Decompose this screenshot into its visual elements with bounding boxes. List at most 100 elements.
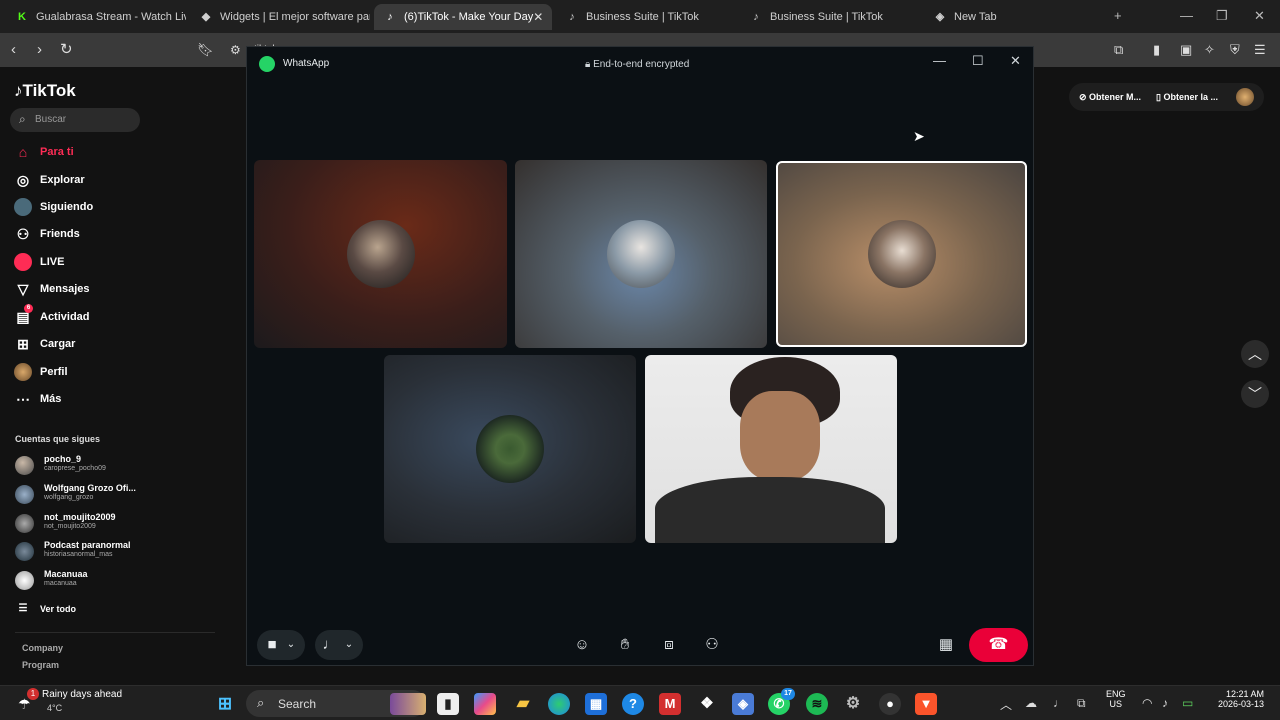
close-window-icon[interactable]: ✕ (1254, 8, 1265, 24)
see-all-link[interactable]: ☰ Ver todo (14, 599, 77, 619)
participant-avatar (867, 220, 936, 288)
compass-icon: ◎ (16, 172, 30, 188)
camera-options-chevron-icon[interactable]: ⌄ (283, 631, 299, 659)
tiktok-icon: ♪ (569, 11, 575, 23)
sidebar-icon[interactable]: ▮ (1153, 41, 1160, 59)
participant-tile-active-speaker[interactable] (776, 161, 1027, 347)
show-hidden-icons-chevron-icon[interactable]: ︿ (1000, 696, 1012, 713)
spotify-icon[interactable]: ≋ (806, 693, 828, 715)
participant-tile[interactable] (254, 160, 507, 348)
copilot-icon[interactable] (474, 693, 496, 715)
leo-ai-icon[interactable]: ✧ (1204, 41, 1215, 59)
nav-perfil[interactable]: Perfil (14, 362, 68, 382)
settings-gear-icon[interactable]: ⚙ (842, 693, 864, 715)
bookmark-icon[interactable]: 🔖︎ (197, 41, 214, 59)
see-all-label: Ver todo (40, 604, 77, 614)
get-coins-button[interactable]: ⊘ Obtener M... (1079, 92, 1141, 103)
account-name: Wolfgang Grozo Ofi... (44, 483, 136, 493)
whatsapp-logo-icon (259, 56, 275, 72)
battery-icon[interactable]: ▭ (1182, 696, 1193, 710)
close-icon[interactable]: ✕ (1010, 53, 1021, 69)
menu-icon[interactable]: ☰ (1254, 41, 1266, 59)
help-icon[interactable]: ? (622, 693, 644, 715)
scroll-down-button[interactable]: ﹀ (1241, 380, 1269, 408)
search-input[interactable]: ⌕ Buscar (10, 108, 140, 132)
tab-widgets[interactable]: ◆ Widgets | El mejor software para (190, 4, 370, 30)
edge-browser-icon[interactable] (548, 693, 570, 715)
self-video-tile[interactable] (645, 355, 897, 543)
footer-link-program[interactable]: Program (22, 660, 59, 670)
tab-gualabrasa[interactable]: K Gualabrasa Stream - Watch Live (6, 4, 186, 30)
nav-actividad[interactable]: ▤ 6 Actividad (14, 304, 90, 327)
mcafee-icon[interactable]: M (659, 693, 681, 715)
emoji-reaction-icon[interactable]: ☺ (571, 631, 593, 659)
nav-mas[interactable]: ⋯ Más (14, 389, 61, 409)
windows-start-icon[interactable]: ⊞ (214, 693, 236, 715)
new-tab-icon[interactable]: + (1114, 8, 1122, 23)
maximize-icon[interactable]: ☐ (972, 53, 984, 69)
site-info-icon[interactable]: ⚙ (230, 41, 241, 59)
close-tab-icon[interactable]: ✕ (533, 10, 543, 24)
nav-friends[interactable]: ⚇ Friends (14, 224, 80, 244)
tab-tiktok-active[interactable]: ♪ (6)TikTok - Make Your Day ✕ (374, 4, 552, 30)
wifi-icon[interactable]: ◠ (1142, 696, 1152, 710)
back-icon[interactable]: ‹ (11, 41, 16, 59)
task-view-icon[interactable]: ▮ (437, 693, 459, 715)
nav-label: Mensajes (40, 283, 90, 295)
tab-label: (6)TikTok - Make Your Day (404, 11, 534, 23)
tab-business-suite-1[interactable]: ♪ Business Suite | TikTok (556, 4, 736, 30)
language-indicator[interactable]: ENG US (1106, 689, 1126, 709)
raise-hand-icon[interactable]: ✋︎ (614, 631, 636, 659)
participant-tile[interactable] (515, 160, 767, 348)
tab-label: Gualabrasa Stream - Watch Live (36, 11, 186, 23)
virtualbox-icon[interactable]: ◈ (732, 693, 754, 715)
footer-link-company[interactable]: Company (22, 643, 63, 653)
nav-cargar[interactable]: ⊞ Cargar (14, 334, 75, 354)
activity-badge: 6 (24, 304, 33, 313)
participant-tile[interactable] (384, 355, 636, 543)
mic-options-chevron-icon[interactable]: ⌄ (341, 631, 357, 659)
restore-icon[interactable]: ❐ (1216, 8, 1228, 24)
activity-icon: ▤ 6 (14, 304, 33, 326)
get-app-button[interactable]: ▯ Obtener la ... (1156, 92, 1218, 103)
search-placeholder: Buscar (35, 114, 67, 125)
tiktok-logo[interactable]: ♪TikTok (14, 81, 76, 101)
brave-browser-icon[interactable]: ▼ (915, 693, 937, 715)
scroll-up-button[interactable]: ︿ (1241, 340, 1269, 368)
nav-para-ti[interactable]: ⌂ Para ti (14, 142, 74, 162)
file-explorer-icon[interactable]: ▰ (512, 693, 534, 715)
nav-live[interactable]: LIVE (14, 252, 64, 272)
obs-icon[interactable]: ● (879, 693, 901, 715)
tab-new-tab[interactable]: ◈ New Tab (924, 4, 1104, 30)
whatsapp-taskbar-icon[interactable]: ✆ 17 (768, 688, 795, 715)
nav-siguiendo[interactable]: Siguiendo (14, 197, 93, 217)
tab-business-suite-2[interactable]: ♪ Business Suite | TikTok (740, 4, 920, 30)
search-highlight-icon[interactable] (390, 693, 426, 715)
user-avatar[interactable] (1236, 88, 1254, 106)
dropbox-icon[interactable]: ❖ (696, 693, 718, 715)
end-call-button[interactable]: ☎︎ (969, 628, 1028, 662)
microsoft-store-icon[interactable]: ▦ (585, 693, 607, 715)
vpn-icon[interactable]: ⛨ (1230, 41, 1240, 59)
minimize-icon[interactable]: — (933, 53, 946, 68)
reload-icon[interactable]: ↻ (60, 41, 73, 59)
participants-icon[interactable]: ⚇ (701, 631, 723, 659)
nav-explorar[interactable]: ◎ Explorar (14, 170, 85, 190)
layout-grid-icon[interactable]: ▦ (935, 631, 957, 659)
onedrive-icon[interactable]: ☁ (1025, 696, 1037, 710)
weather-widget[interactable]: 1 ☂ Rainy days ahead 4°C (14, 686, 154, 720)
screenshot-icon[interactable]: ⧉ (1114, 41, 1123, 59)
video-camera-icon[interactable]: ■ (263, 631, 281, 659)
account-name: Podcast paranormal (44, 540, 131, 550)
avatar (15, 542, 34, 561)
microphone-icon[interactable]: ♩ (321, 631, 339, 659)
clock[interactable]: 12:21 AM 2026-03-13 (1204, 689, 1264, 709)
forward-icon[interactable]: › (37, 41, 42, 59)
wallet-icon[interactable]: ▣ (1180, 41, 1192, 59)
snipping-icon[interactable]: ⧉ (1077, 696, 1086, 711)
nav-mensajes[interactable]: ▽ Mensajes (14, 279, 90, 299)
screen-share-icon[interactable]: ⧈ (658, 631, 680, 659)
minimize-icon[interactable]: — (1180, 8, 1193, 23)
microphone-tray-icon[interactable]: ♩ (1053, 696, 1065, 710)
volume-icon[interactable]: ♪ (1162, 696, 1168, 710)
